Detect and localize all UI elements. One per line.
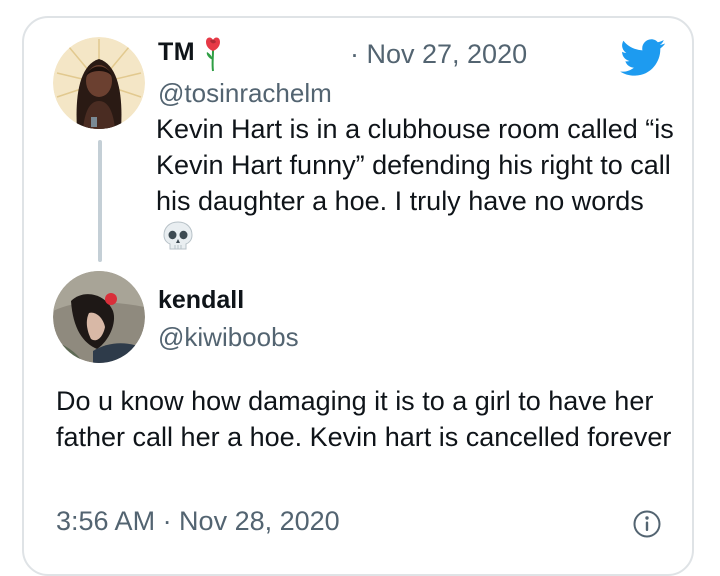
reply-display-name[interactable]: kendall: [158, 286, 244, 315]
quoted-tweet-text: Kevin Hart is in a clubhouse room called…: [156, 111, 676, 255]
quoted-tweet-date[interactable]: · Nov 27, 2020: [350, 39, 527, 70]
rose-icon: [206, 37, 220, 72]
reply-timestamp[interactable]: 3:56 AM · Nov 28, 2020: [56, 506, 340, 537]
avatar-tm[interactable]: [53, 37, 145, 129]
info-icon[interactable]: [632, 509, 662, 539]
skull-icon: [163, 221, 193, 250]
quoted-display-name[interactable]: TM: [158, 38, 195, 67]
thread-connector-line: [98, 140, 102, 262]
avatar-kendall[interactable]: [53, 271, 145, 363]
quoted-handle[interactable]: @tosinrachelm: [158, 78, 332, 109]
reply-handle[interactable]: @kiwiboobs: [158, 322, 299, 353]
avatar-tm-image: [53, 37, 145, 129]
twitter-bird-icon[interactable]: [620, 39, 666, 77]
quoted-tweet-body: Kevin Hart is in a clubhouse room called…: [156, 114, 674, 216]
avatar-kendall-image: [53, 271, 145, 363]
reply-tweet-text: Do u know how damaging it is to a girl t…: [56, 386, 672, 452]
